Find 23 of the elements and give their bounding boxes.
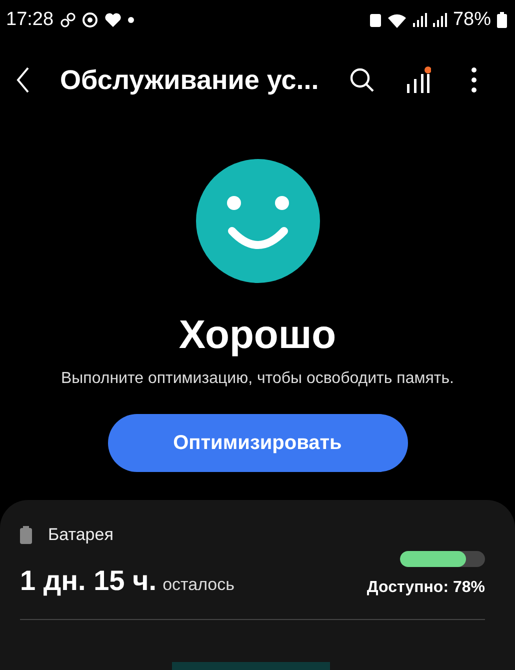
back-icon[interactable] bbox=[16, 67, 30, 93]
time-left: 1 дн. 15 ч. bbox=[20, 565, 157, 597]
dot-icon bbox=[128, 17, 134, 23]
wifi-icon bbox=[386, 12, 407, 28]
status-time: 17:28 bbox=[6, 9, 54, 31]
link-icon bbox=[60, 12, 76, 28]
status-message: Выполните оптимизацию, чтобы освободить память. bbox=[60, 370, 454, 388]
time-left-suffix: осталось bbox=[162, 575, 234, 595]
stats-icon[interactable] bbox=[405, 66, 431, 94]
heart-icon bbox=[104, 12, 122, 28]
more-icon[interactable] bbox=[471, 67, 477, 93]
available-text: Доступно: 78% bbox=[366, 579, 485, 597]
optimize-button[interactable]: Оптимизировать bbox=[108, 414, 408, 472]
search-icon[interactable] bbox=[349, 67, 375, 93]
signal-icon bbox=[432, 13, 447, 27]
page-title: Обслуживание ус... bbox=[60, 64, 319, 96]
smiley-icon bbox=[196, 159, 320, 283]
battery-icon bbox=[497, 12, 507, 28]
signal-icon bbox=[412, 13, 427, 27]
battery-percent: 78% bbox=[452, 9, 491, 31]
battery-icon bbox=[20, 526, 32, 544]
status-title: Хорошо bbox=[178, 313, 336, 358]
battery-label: Батарея bbox=[48, 525, 114, 545]
